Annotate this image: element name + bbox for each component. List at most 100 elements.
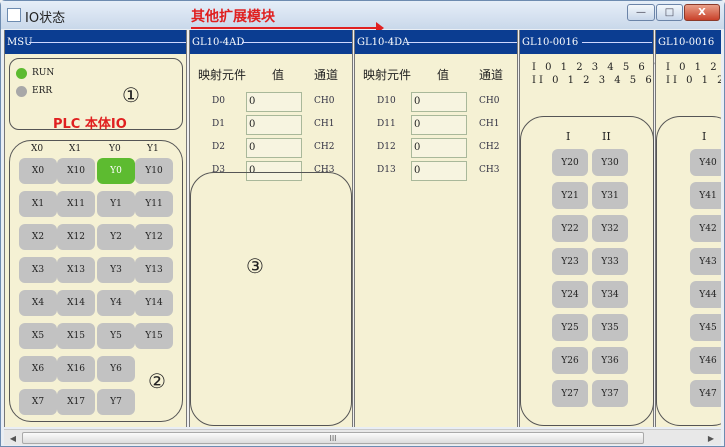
horizontal-scrollbar[interactable]: ◀ III ▶ (4, 429, 721, 445)
io-point-x4[interactable]: X4 (19, 290, 57, 316)
io-point-y2[interactable]: Y2 (97, 224, 135, 250)
channel-label: CH3 (479, 165, 500, 175)
value-field: 0 (411, 92, 467, 112)
channel-label: CH0 (314, 96, 335, 106)
output-point-y30[interactable]: Y30 (592, 149, 628, 176)
minimize-button[interactable]: — (627, 4, 655, 21)
plc-io-annotation: PLC 本体IO (53, 117, 127, 132)
io-point-x10[interactable]: X10 (57, 158, 95, 184)
ad-module-panel: GL10-4AD 映射元件 值 通道 D0 0 CH0 D1 0 CH1 D2 0 CH2 D3 0… (189, 30, 353, 427)
output-point-y46[interactable]: Y46 (690, 347, 721, 374)
io-point-y13[interactable]: Y13 (135, 257, 173, 283)
output-point-y24[interactable]: Y24 (552, 281, 588, 308)
mapped-device: D2 (212, 142, 225, 152)
output-point-y33[interactable]: Y33 (592, 248, 628, 275)
value-field: 0 (411, 115, 467, 135)
value-field: 0 (411, 161, 467, 181)
io-point-y7[interactable]: Y7 (97, 389, 135, 415)
output-point-y23[interactable]: Y23 (552, 248, 588, 275)
output-point-y41[interactable]: Y41 (690, 182, 721, 209)
io-point-x12[interactable]: X12 (57, 224, 95, 250)
io-point-x11[interactable]: X11 (57, 191, 95, 217)
io-status-window: IO状态 其他扩展模块 — □ X MSU RUN ERR ① PLC 本体IO… (0, 0, 725, 447)
col-channel-header: 通道 (479, 68, 504, 82)
mapped-device: D1 (212, 119, 225, 129)
output-point-y47[interactable]: Y47 (690, 380, 721, 407)
bit-row-ii: II 0 1 2 (666, 75, 721, 86)
panel-header-label: GL10-4DA (357, 37, 410, 48)
output-point-y45[interactable]: Y45 (690, 314, 721, 341)
io-column-header: X1 (69, 144, 82, 154)
channel-label: CH2 (479, 142, 500, 152)
output-point-y32[interactable]: Y32 (592, 215, 628, 242)
output-point-y20[interactable]: Y20 (552, 149, 588, 176)
scroll-left-button[interactable]: ◀ (5, 431, 21, 445)
io-point-y5[interactable]: Y5 (97, 323, 135, 349)
panel-header: GL10-4AD (190, 30, 352, 54)
panel-header-label: GL10-0016 (658, 37, 715, 48)
output-point-y35[interactable]: Y35 (592, 314, 628, 341)
panel-header: MSU (5, 30, 186, 54)
err-led-icon (16, 86, 27, 97)
output-point-y26[interactable]: Y26 (552, 347, 588, 374)
io-point-y11[interactable]: Y11 (135, 191, 173, 217)
io-point-y14[interactable]: Y14 (135, 290, 173, 316)
io-point-x5[interactable]: X5 (19, 323, 57, 349)
output-point-y25[interactable]: Y25 (552, 314, 588, 341)
io-point-y10[interactable]: Y10 (135, 158, 173, 184)
restore-button[interactable]: □ (656, 4, 683, 21)
io-point-x1[interactable]: X1 (19, 191, 57, 217)
output-point-y44[interactable]: Y44 (690, 281, 721, 308)
value-field: 0 (246, 115, 302, 135)
output-point-y36[interactable]: Y36 (592, 347, 628, 374)
mapped-device: D12 (377, 142, 396, 152)
output-point-y27[interactable]: Y27 (552, 380, 588, 407)
io-point-x7[interactable]: X7 (19, 389, 57, 415)
mapped-device: D11 (377, 119, 396, 129)
io-point-y12[interactable]: Y12 (135, 224, 173, 250)
close-button[interactable]: X (684, 4, 720, 21)
output-point-y34[interactable]: Y34 (592, 281, 628, 308)
io-point-y6[interactable]: Y6 (97, 356, 135, 382)
io-point-x14[interactable]: X14 (57, 290, 95, 316)
output-point-y37[interactable]: Y37 (592, 380, 628, 407)
output-point-y22[interactable]: Y22 (552, 215, 588, 242)
expansion-annotation: 其他扩展模块 (191, 9, 275, 25)
io-column-header: Y0 (109, 144, 121, 154)
output-point-y42[interactable]: Y42 (690, 215, 721, 242)
output-point-y40[interactable]: Y40 (690, 149, 721, 176)
scroll-thumb[interactable]: III (22, 432, 644, 444)
io-point-y1[interactable]: Y1 (97, 191, 135, 217)
ad-area-box (190, 172, 352, 426)
do-module-panel-2: GL10-0016 I 0 1 2 II 0 1 2 I Y40 Y41 Y42 Y4… (655, 30, 721, 427)
channel-label: CH1 (314, 119, 335, 129)
io-point-y4[interactable]: Y4 (97, 290, 135, 316)
output-point-y21[interactable]: Y21 (552, 182, 588, 209)
scroll-right-button[interactable]: ▶ (703, 431, 719, 445)
title-bar[interactable]: IO状态 其他扩展模块 — □ X (1, 1, 724, 34)
output-point-y43[interactable]: Y43 (690, 248, 721, 275)
io-point-y15[interactable]: Y15 (135, 323, 173, 349)
output-point-y31[interactable]: Y31 (592, 182, 628, 209)
io-point-x15[interactable]: X15 (57, 323, 95, 349)
err-label: ERR (32, 86, 53, 96)
io-point-x2[interactable]: X2 (19, 224, 57, 250)
channel-label: CH2 (314, 142, 335, 152)
callout-1: ① (122, 83, 140, 107)
mapped-device: D13 (377, 165, 396, 175)
value-field: 0 (411, 138, 467, 158)
io-point-y3[interactable]: Y3 (97, 257, 135, 283)
io-point-x0[interactable]: X0 (19, 158, 57, 184)
bit-row-i: I 0 1 2 3 4 5 6 7 (532, 62, 664, 73)
cpu-module-panel: MSU RUN ERR ① PLC 本体IO ② X0 X1 Y0 Y1 X0 X10 Y0… (4, 30, 187, 427)
io-point-x17[interactable]: X17 (57, 389, 95, 415)
bit-row-i: I 0 1 2 (666, 62, 720, 73)
io-point-x3[interactable]: X3 (19, 257, 57, 283)
io-point-x16[interactable]: X16 (57, 356, 95, 382)
io-point-y0[interactable]: Y0 (97, 158, 135, 184)
io-point-x13[interactable]: X13 (57, 257, 95, 283)
callout-2: ② (148, 369, 166, 393)
channel-label: CH0 (479, 96, 500, 106)
io-point-x6[interactable]: X6 (19, 356, 57, 382)
io-column-header: X0 (31, 144, 44, 154)
